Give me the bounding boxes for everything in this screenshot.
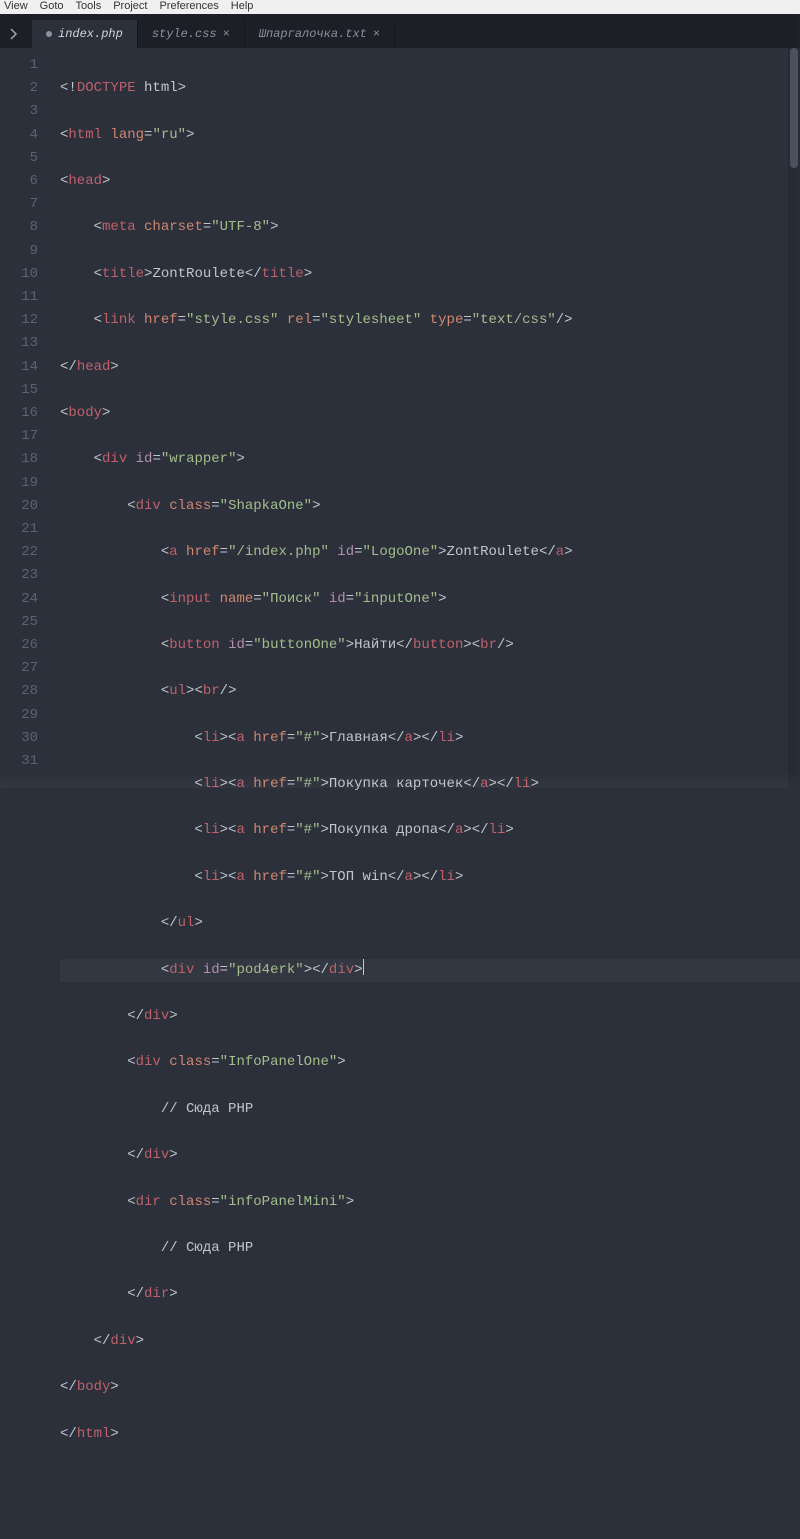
menu-help[interactable]: Help <box>231 0 254 12</box>
scroll-thumb[interactable] <box>790 48 798 168</box>
menu-project[interactable]: Project <box>113 0 147 12</box>
tab-index-php[interactable]: index.php <box>32 20 138 48</box>
menu-preferences[interactable]: Preferences <box>159 0 218 12</box>
tab-shpargalochka[interactable]: Шпаргалочка.txt × <box>245 20 395 48</box>
menu-view[interactable]: View <box>4 0 28 12</box>
tab-bar: index.php style.css × Шпаргалочка.txt × <box>0 20 800 48</box>
modified-dot-icon <box>46 31 52 37</box>
tab-label: index.php <box>58 27 123 41</box>
menu-goto[interactable]: Goto <box>40 0 64 12</box>
sidebar-toggle-button[interactable] <box>2 22 26 46</box>
chevron-right-icon <box>7 27 21 41</box>
tab-label: style.css <box>152 27 217 41</box>
code-editor[interactable]: 12345678910 11121314151617181920 2122232… <box>0 48 800 788</box>
text-cursor <box>363 959 364 975</box>
code-area[interactable]: <!DOCTYPE html> <html lang="ru"> <head> … <box>50 48 800 788</box>
tab-label: Шпаргалочка.txt <box>259 27 367 41</box>
close-icon[interactable]: × <box>373 27 380 41</box>
close-icon[interactable]: × <box>223 27 230 41</box>
tab-style-css[interactable]: style.css × <box>138 20 245 48</box>
line-gutter: 12345678910 11121314151617181920 2122232… <box>0 48 50 788</box>
vertical-scrollbar[interactable] <box>788 48 800 788</box>
menu-tools[interactable]: Tools <box>76 0 102 12</box>
menu-bar: View Goto Tools Project Preferences Help <box>0 0 800 14</box>
